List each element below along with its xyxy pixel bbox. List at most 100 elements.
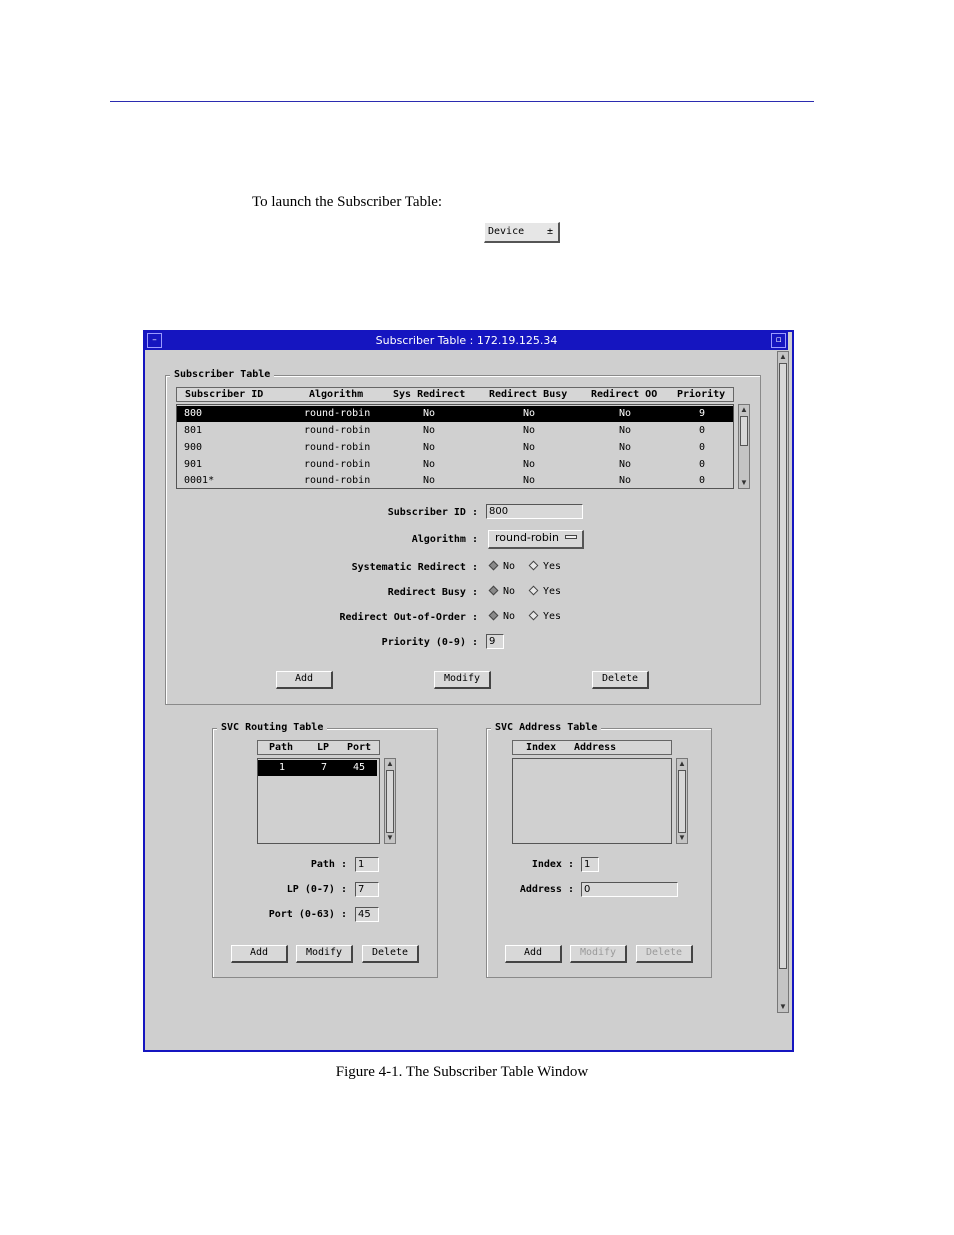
subscriber-list[interactable]: 800 round-robin No No No 9 801 round-rob… [176, 404, 734, 489]
cell-redirect-busy: No [523, 442, 536, 453]
algorithm-label: Algorithm : [411, 534, 478, 545]
routing-modify-button[interactable]: Modify [296, 945, 353, 963]
priority-input[interactable]: 9 [486, 634, 504, 649]
cell-algorithm: round-robin [304, 425, 371, 436]
sys-redirect-no-radio[interactable]: No [488, 560, 516, 572]
cell-priority: 0 [699, 475, 706, 486]
scroll-down-icon[interactable]: ▼ [778, 1002, 788, 1012]
subscriber-delete-button[interactable]: Delete [592, 671, 649, 689]
svc-routing-scrollbar[interactable]: ▲ ▼ [384, 758, 396, 844]
table-row[interactable]: 801 round-robin No No No 0 [177, 423, 733, 439]
cell-id: 0001* [184, 475, 215, 486]
cell-redirect-oo: No [619, 459, 632, 470]
svc-address-list[interactable] [512, 758, 672, 844]
address-add-button[interactable]: Add [505, 945, 562, 963]
index-label: Index : [531, 859, 574, 870]
redirect-busy-label: Redirect Busy : [387, 587, 478, 598]
subscriber-id-input[interactable]: 800 [486, 504, 583, 519]
radio-label: No [503, 586, 516, 597]
scroll-up-icon[interactable]: ▲ [385, 759, 395, 769]
radio-label: Yes [543, 586, 562, 597]
subscriber-add-button[interactable]: Add [276, 671, 333, 689]
svc-routing-scroll-thumb[interactable] [386, 770, 394, 833]
scroll-down-icon[interactable]: ▼ [385, 833, 395, 843]
redirect-ooo-no-radio[interactable]: No [488, 610, 516, 622]
col-redirect-oo: Redirect OO [591, 389, 658, 400]
scroll-up-icon[interactable]: ▲ [739, 405, 749, 415]
priority-label: Priority (0-9) : [381, 637, 478, 648]
algorithm-selected: round-robin [495, 531, 559, 544]
table-row[interactable]: 800 round-robin No No No 9 [177, 406, 733, 422]
index-input[interactable]: 1 [581, 857, 599, 872]
port-input[interactable]: 45 [355, 907, 379, 922]
redirect-busy-no-radio[interactable]: No [488, 585, 516, 597]
window-titlebar[interactable]: – Subscriber Table : 172.19.125.34 ▫ [145, 332, 788, 350]
algorithm-select[interactable]: round-robin [488, 530, 584, 549]
device-menu-button[interactable]: Device ± [484, 222, 560, 243]
cell-redirect-busy: No [523, 425, 536, 436]
cell-redirect-busy: No [523, 408, 536, 419]
cell-redirect-oo: No [619, 475, 632, 486]
cell-priority: 0 [699, 442, 706, 453]
lp-input[interactable]: 7 [355, 882, 379, 897]
scroll-down-icon[interactable]: ▼ [677, 833, 687, 843]
cell-priority: 0 [699, 425, 706, 436]
scroll-down-icon[interactable]: ▼ [739, 478, 749, 488]
window-minimize-icon[interactable]: ▫ [771, 333, 786, 348]
window-menu-icon[interactable]: – [147, 333, 162, 348]
window-scroll-thumb[interactable] [779, 363, 787, 969]
cell-id: 801 [184, 425, 203, 436]
cell-id: 900 [184, 442, 203, 453]
svc-routing-list[interactable]: 1 7 45 [257, 758, 380, 844]
address-delete-button[interactable]: Delete [636, 945, 693, 963]
radio-on-icon [488, 585, 499, 596]
radio-on-icon [488, 560, 499, 571]
radio-label: No [503, 561, 516, 572]
radio-on-icon [488, 610, 499, 621]
col-port: Port [347, 742, 372, 753]
col-subscriber-id: Subscriber ID [185, 389, 264, 400]
port-label: Port (0-63) : [268, 909, 347, 920]
scroll-up-icon[interactable]: ▲ [778, 352, 788, 362]
svc-address-scroll-thumb[interactable] [678, 770, 686, 833]
redirect-ooo-yes-radio[interactable]: Yes [528, 610, 562, 622]
address-modify-button[interactable]: Modify [570, 945, 627, 963]
scroll-up-icon[interactable]: ▲ [677, 759, 687, 769]
radio-label: No [503, 611, 516, 622]
cell-path: 1 [279, 762, 286, 773]
sys-redirect-yes-radio[interactable]: Yes [528, 560, 561, 572]
col-redirect-busy: Redirect Busy [489, 389, 568, 400]
routing-delete-button[interactable]: Delete [362, 945, 419, 963]
cell-algorithm: round-robin [304, 459, 371, 470]
subscriber-list-scrollbar[interactable]: ▲ ▼ [738, 404, 750, 489]
col-index: Index [526, 742, 557, 753]
address-input[interactable]: 0 [581, 882, 678, 897]
table-row[interactable]: 901 round-robin No No No 0 [177, 457, 733, 473]
col-sys-redirect: Sys Redirect [393, 389, 466, 400]
window-scrollbar[interactable]: ▲ ▼ [777, 351, 789, 1013]
cell-id: 800 [184, 408, 203, 419]
radio-off-icon [528, 585, 539, 596]
subscriber-modify-button[interactable]: Modify [434, 671, 491, 689]
subscriber-scroll-thumb[interactable] [740, 416, 748, 446]
cell-id: 901 [184, 459, 203, 470]
path-input[interactable]: 1 [355, 857, 379, 872]
col-lp: LP [317, 742, 330, 753]
routing-add-button[interactable]: Add [231, 945, 288, 963]
redirect-ooo-label: Redirect Out-of-Order : [339, 612, 478, 623]
col-priority: Priority [677, 389, 726, 400]
window-title: Subscriber Table : 172.19.125.34 [375, 334, 558, 347]
svc-address-scrollbar[interactable]: ▲ ▼ [676, 758, 688, 844]
path-label: Path : [310, 859, 347, 870]
cell-sys-redirect: No [423, 425, 436, 436]
table-row[interactable]: 1 7 45 [258, 760, 377, 776]
cell-sys-redirect: No [423, 475, 436, 486]
table-row[interactable]: 900 round-robin No No No 0 [177, 440, 733, 456]
col-algorithm: Algorithm [309, 389, 364, 400]
redirect-busy-yes-radio[interactable]: Yes [528, 585, 562, 597]
radio-label: Yes [543, 611, 562, 622]
cell-algorithm: round-robin [304, 442, 371, 453]
table-row[interactable]: 0001* round-robin No No No 0 [177, 473, 733, 488]
cell-redirect-oo: No [619, 442, 632, 453]
svc-address-title: SVC Address Table [491, 722, 602, 733]
